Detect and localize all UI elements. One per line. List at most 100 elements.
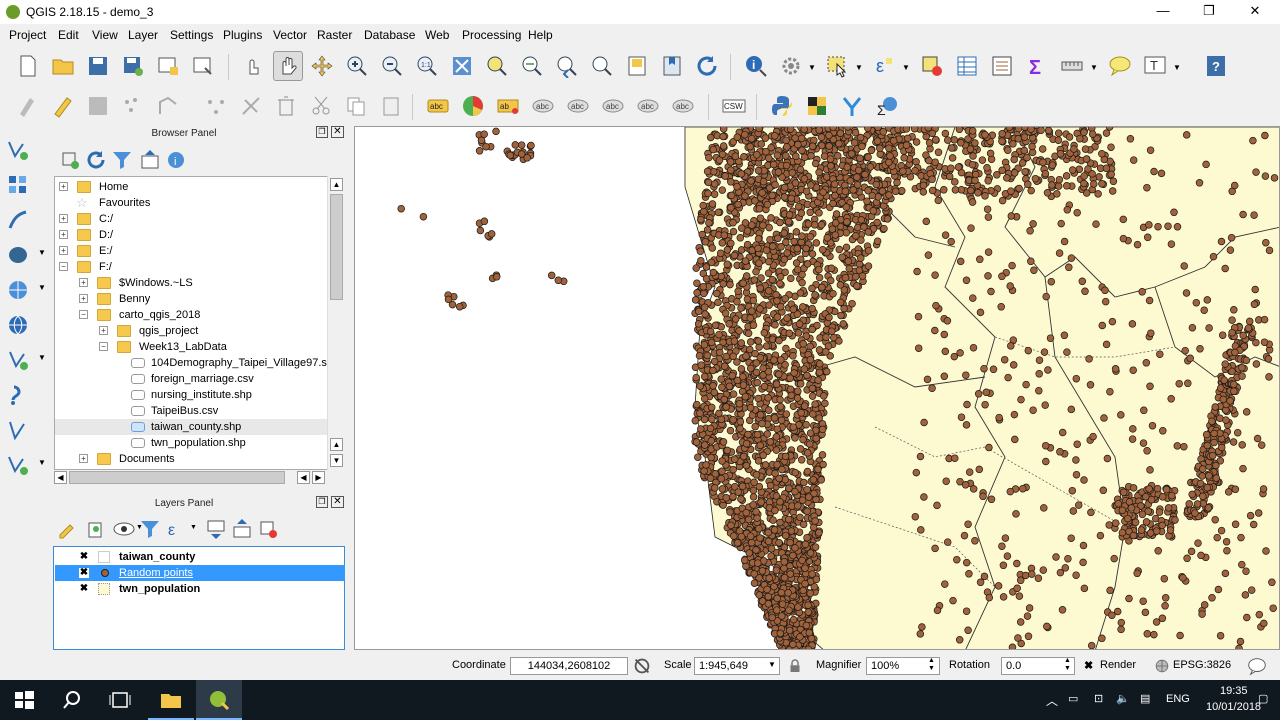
add-spatialite-layer-icon[interactable]	[4, 206, 32, 234]
move-label-icon[interactable]: abc	[599, 92, 627, 120]
map-canvas[interactable]	[354, 126, 1280, 650]
run-feature-action-icon[interactable]	[777, 52, 805, 80]
layer-row-twn-population[interactable]: ✖ twn_population	[55, 581, 345, 597]
pan-to-selection-icon[interactable]	[308, 52, 336, 80]
help-icon[interactable]: ?	[1202, 52, 1230, 80]
save-project-icon[interactable]	[84, 52, 112, 80]
save-layer-edits-icon[interactable]	[84, 92, 112, 120]
tree-item[interactable]: 104Demography_Taipei_Village97.sl	[55, 355, 343, 371]
add-vector-layer-icon[interactable]	[4, 136, 32, 164]
layer-row-random-points[interactable]: ✖ Random points	[55, 565, 345, 581]
menu-raster[interactable]: Raster	[317, 28, 352, 42]
add-feature-icon[interactable]	[119, 92, 147, 120]
tree-item[interactable]: − F:/	[55, 259, 343, 275]
browser-refresh-icon[interactable]	[82, 146, 110, 174]
expand-toggle-icon[interactable]: −	[79, 310, 88, 319]
select-by-expression-icon[interactable]: ε	[870, 52, 898, 80]
scroll-up-icon[interactable]: ▲	[330, 178, 343, 191]
select-features-icon[interactable]	[823, 52, 851, 80]
new-layer-dropdown-icon[interactable]: ▼	[38, 458, 46, 467]
tree-item[interactable]: + Home	[55, 179, 343, 195]
coordinate-field[interactable]: 144034,2608102	[510, 657, 628, 675]
attribute-table-icon[interactable]	[953, 52, 981, 80]
action-dropdown-icon[interactable]: ▼	[808, 63, 816, 72]
add-wfs-layer-icon[interactable]	[4, 311, 32, 339]
show-hide-labels-icon[interactable]: abc	[564, 92, 592, 120]
labeling-icon[interactable]: abc	[424, 92, 452, 120]
save-as-icon[interactable]	[119, 52, 147, 80]
delimited-dropdown-icon[interactable]: ▼	[38, 353, 46, 362]
layer-visibility-checkbox[interactable]: ✖	[79, 568, 89, 578]
tree-item[interactable]: − Week13_LabData	[55, 339, 343, 355]
crs-globe-icon[interactable]	[1152, 652, 1172, 680]
expand-toggle-icon[interactable]: +	[59, 182, 68, 191]
zoom-last-icon[interactable]	[553, 52, 581, 80]
expand-toggle-icon[interactable]: +	[79, 278, 88, 287]
python-console-icon[interactable]	[768, 92, 796, 120]
zoom-to-selection-icon[interactable]	[483, 52, 511, 80]
zoom-native-icon[interactable]: 1:1	[413, 52, 441, 80]
expand-toggle-icon[interactable]: +	[59, 214, 68, 223]
lock-scale-icon[interactable]	[786, 652, 804, 680]
paste-features-icon[interactable]	[377, 92, 405, 120]
task-view-icon[interactable]	[106, 686, 134, 714]
change-label-icon[interactable]: abc	[669, 92, 697, 120]
refresh-icon[interactable]	[693, 52, 721, 80]
render-checkbox[interactable]: ✖	[1084, 659, 1093, 672]
expand-toggle-icon[interactable]: +	[59, 230, 68, 239]
layers-tree[interactable]: ✖ taiwan_county ✖ Random points ✖ twn_po…	[53, 546, 345, 650]
remove-layer-icon[interactable]	[254, 515, 282, 543]
tree-item[interactable]: twn_population.shp	[55, 435, 343, 451]
add-postgis-layer-icon[interactable]	[4, 241, 32, 269]
highlight-pinned-labels-icon[interactable]: ab	[494, 92, 522, 120]
measure-line-icon[interactable]	[1058, 52, 1086, 80]
menu-settings[interactable]: Settings	[170, 28, 213, 42]
tree-item[interactable]: TaipeiBus.csv	[55, 403, 343, 419]
tree-item[interactable]: + Benny	[55, 291, 343, 307]
menu-plugins[interactable]: Plugins	[223, 28, 262, 42]
field-calculator-icon[interactable]	[988, 52, 1016, 80]
menu-vector[interactable]: Vector	[273, 28, 307, 42]
tray-chevron-icon[interactable]: ︿	[1046, 692, 1058, 709]
menu-web[interactable]: Web	[425, 28, 449, 42]
browser-float-button[interactable]: ❐	[316, 126, 328, 138]
tree-item[interactable]: nursing_institute.shp	[55, 387, 343, 403]
zoom-next-icon[interactable]	[588, 52, 616, 80]
move-feature-icon[interactable]	[154, 92, 182, 120]
processing-toolbox-icon[interactable]: Σ	[873, 92, 901, 120]
magnifier-spin-arrows-icon[interactable]: ▲ ▼	[928, 657, 935, 673]
tree-item[interactable]: + D:/	[55, 227, 343, 243]
menu-processing[interactable]: Processing	[462, 28, 521, 42]
volume-icon[interactable]: 🔈	[1116, 692, 1130, 705]
expand-toggle-icon[interactable]: +	[59, 246, 68, 255]
browser-horizontal-scrollbar[interactable]: ◀ ◀ ▶	[54, 470, 344, 486]
search-icon[interactable]	[58, 686, 86, 714]
expand-toggle-icon[interactable]: −	[99, 342, 108, 351]
input-language[interactable]: ENG	[1166, 693, 1190, 705]
new-spatialite-layer-icon[interactable]	[4, 451, 32, 479]
delete-selected-icon[interactable]	[237, 92, 265, 120]
expand-all-icon[interactable]	[202, 515, 230, 543]
touch-zoom-icon[interactable]	[238, 52, 266, 80]
taskbar-file-explorer[interactable]	[148, 680, 194, 720]
clock-date[interactable]: 10/01/2018	[1206, 701, 1261, 713]
pin-label-icon[interactable]: abc	[529, 92, 557, 120]
browser-close-button[interactable]: ✕	[331, 126, 344, 138]
scale-dropdown-icon[interactable]: ▼	[768, 660, 776, 669]
pan-map-icon[interactable]	[273, 51, 303, 81]
zoom-full-icon[interactable]	[448, 52, 476, 80]
layer-style-icon[interactable]	[54, 515, 82, 543]
new-project-icon[interactable]	[14, 52, 42, 80]
toggle-extents-icon[interactable]	[631, 652, 653, 680]
grid-plugin-icon[interactable]	[803, 92, 831, 120]
filter-legend-icon[interactable]	[136, 515, 164, 543]
collapse-all-icon[interactable]	[228, 515, 256, 543]
copy-features-icon[interactable]	[342, 92, 370, 120]
layers-float-button[interactable]: ❐	[316, 496, 328, 508]
close-button[interactable]: ✕	[1232, 0, 1278, 24]
tree-item[interactable]: + qgis_project	[55, 323, 343, 339]
browser-filter-icon[interactable]	[108, 146, 136, 174]
action-center-icon[interactable]: ▢	[1258, 692, 1268, 705]
wms-dropdown-icon[interactable]: ▼	[38, 283, 46, 292]
browser-add-selected-icon[interactable]	[56, 146, 84, 174]
